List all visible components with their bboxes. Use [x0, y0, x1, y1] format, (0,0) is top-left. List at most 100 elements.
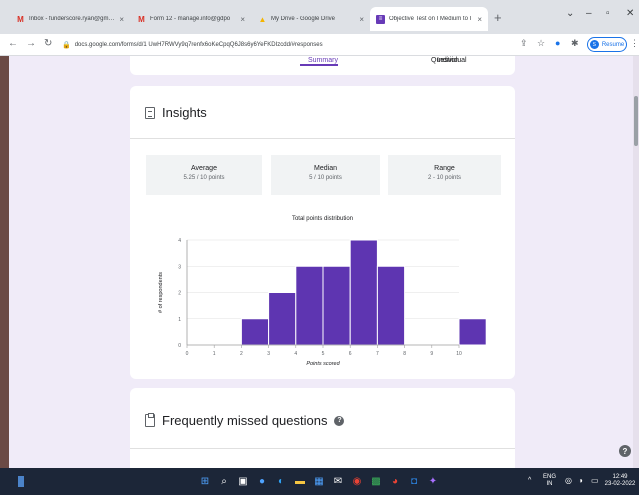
start-icon[interactable]: ⊞: [197, 472, 213, 490]
y-tick-label: 2: [178, 291, 181, 297]
y-tick-label: 4: [178, 238, 181, 244]
close-window-button[interactable]: ✕: [626, 8, 634, 19]
url-text: docs.google.com/forms/d/1 UwH7RWVy9q7ren…: [74, 42, 323, 48]
language-indicator[interactable]: ENG IN: [543, 474, 556, 488]
chrome-icon[interactable]: ◉: [349, 472, 365, 490]
histogram-bar: [349, 239, 378, 346]
puzzle-icon[interactable]: ✱: [571, 38, 579, 49]
browser-tab-strip: M Inbox - funderscore.ryan@gmail.c × M F…: [0, 0, 639, 34]
missed-header: Frequently missed questions ?: [145, 413, 345, 428]
x-tick-label: 8: [403, 351, 406, 357]
insights-title: Insights: [162, 105, 207, 120]
stat-value: 2 - 10 points: [427, 175, 462, 181]
task-view-icon[interactable]: ▣: [235, 472, 251, 490]
lock-icon: 🔒: [62, 42, 71, 49]
tab-summary[interactable]: Summary: [308, 57, 338, 64]
chart-title: Total points distribution: [291, 216, 354, 222]
forms-icon: ≡: [376, 14, 385, 24]
response-tabs-card: Summary Question Individual: [130, 56, 515, 75]
help-icon[interactable]: ?: [334, 415, 345, 426]
x-tick-label: 3: [267, 351, 270, 357]
histogram-bar: [322, 265, 351, 346]
x-tick-label: 4: [294, 351, 297, 357]
mail-icon[interactable]: ✉: [330, 472, 346, 490]
time-text: 12:49: [612, 474, 628, 480]
taskbar-apps: ⊞ ⌕ ▣ ● ◐ ▬ ▦ ✉ ◉ ▩ ◕ ◘ ✦: [197, 472, 441, 490]
stat-label: Range: [434, 165, 455, 172]
x-tick-label: 7: [376, 351, 379, 357]
word-icon[interactable]: ◘: [406, 472, 422, 490]
forms-page: Summary Question Individual Insights Ave…: [0, 56, 639, 468]
stat-median: Median 5 / 10 points: [271, 155, 380, 195]
insights-header: Insights: [145, 105, 207, 120]
histogram-bar: [240, 318, 270, 346]
insights-icon: [145, 106, 155, 119]
stat-label: Median: [314, 165, 337, 172]
minimize-button[interactable]: –: [586, 8, 592, 19]
desktop-edge: [0, 56, 9, 468]
chat-icon[interactable]: ●: [254, 472, 270, 490]
browser-tab-forms-active[interactable]: ≡ Objective Test on I Medium to I ×: [370, 7, 488, 31]
excel-icon[interactable]: ▩: [368, 472, 384, 490]
x-axis-label: Points scored: [306, 361, 340, 367]
stat-value: 5 / 10 points: [309, 175, 342, 181]
close-icon[interactable]: ×: [359, 15, 364, 24]
extension-icon[interactable]: ●: [555, 38, 560, 48]
windows-taskbar: ⊞ ⌕ ▣ ● ◐ ▬ ▦ ✉ ◉ ▩ ◕ ◘ ✦ ^ ENG IN ◎ ◑ ▭…: [0, 468, 639, 495]
file-explorer-icon[interactable]: ▬: [292, 472, 308, 490]
back-button[interactable]: ←: [8, 38, 18, 49]
histogram-bar: [295, 265, 324, 346]
x-tick-label: 9: [430, 351, 433, 357]
missed-questions-card: Frequently missed questions ?: [130, 388, 515, 468]
x-tick-label: 5: [322, 351, 325, 357]
close-icon[interactable]: ×: [477, 15, 482, 24]
gmail-icon: M: [138, 14, 145, 24]
resume-button[interactable]: S Resume: [587, 37, 627, 52]
lang-text: ENG: [543, 474, 557, 480]
date-text: 23-02-2022: [604, 481, 636, 487]
divider: [130, 138, 515, 139]
share-icon[interactable]: ⇪: [520, 38, 528, 49]
scrollbar-thumb[interactable]: [634, 96, 638, 146]
battery-icon[interactable]: ▭: [591, 477, 599, 485]
y-tick-label: 3: [178, 264, 181, 270]
edge-icon[interactable]: ◐: [273, 472, 289, 490]
histogram-bar: [458, 318, 487, 346]
more-menu-icon[interactable]: ⋮: [630, 38, 639, 49]
wifi-icon[interactable]: ◎: [565, 477, 572, 485]
x-tick-label: 0: [186, 351, 189, 357]
address-bar[interactable]: 🔒 docs.google.com/forms/d/1 UwH7RWVy9q7r…: [62, 37, 507, 53]
bookmark-star-icon[interactable]: ☆: [537, 38, 545, 49]
y-tick-label: 1: [178, 317, 181, 323]
browser-tab-form[interactable]: M Form 12 - manage.info@gdpo ×: [131, 7, 251, 31]
powerpoint-icon[interactable]: ◕: [387, 472, 403, 490]
app-icon[interactable]: ✦: [425, 472, 441, 490]
drive-icon: ▲: [258, 14, 267, 24]
help-button[interactable]: ?: [619, 445, 631, 457]
clock[interactable]: 12:49 23-02-2022: [603, 474, 637, 488]
store-icon[interactable]: ▦: [311, 472, 327, 490]
browser-tab-inbox[interactable]: M Inbox - funderscore.ryan@gmail.c ×: [10, 7, 130, 31]
forward-button[interactable]: →: [26, 38, 36, 49]
restore-button[interactable]: ▫: [606, 8, 610, 19]
histogram-bar: [268, 292, 297, 346]
y-axis-label: # of respondents: [158, 272, 164, 313]
insights-card: Insights Average 5.25 / 10 points Median…: [130, 86, 515, 379]
close-icon[interactable]: ×: [240, 15, 245, 24]
x-tick-label: 1: [213, 351, 216, 357]
close-icon[interactable]: ×: [119, 15, 124, 24]
stat-label: Average: [191, 165, 217, 172]
stat-value: 5.25 / 10 points: [183, 175, 225, 181]
search-icon[interactable]: ⌕: [216, 472, 232, 490]
new-tab-button[interactable]: +: [494, 10, 502, 25]
volume-icon[interactable]: ◑: [578, 477, 583, 485]
reload-button[interactable]: ↻: [44, 38, 52, 49]
x-tick-label: 10: [456, 351, 462, 357]
stat-average: Average 5.25 / 10 points: [146, 155, 262, 195]
tab-individual[interactable]: Individual: [437, 57, 467, 64]
browser-tab-drive[interactable]: ▲ My Drive - Google Drive ×: [252, 7, 370, 31]
chevron-down-icon[interactable]: ⌄: [566, 8, 574, 19]
widgets-icon[interactable]: [18, 476, 24, 487]
tray-chevron-icon[interactable]: ^: [528, 477, 531, 484]
browser-toolbar: ← → ↻ 🔒 docs.google.com/forms/d/1 UwH7RW…: [0, 34, 639, 56]
